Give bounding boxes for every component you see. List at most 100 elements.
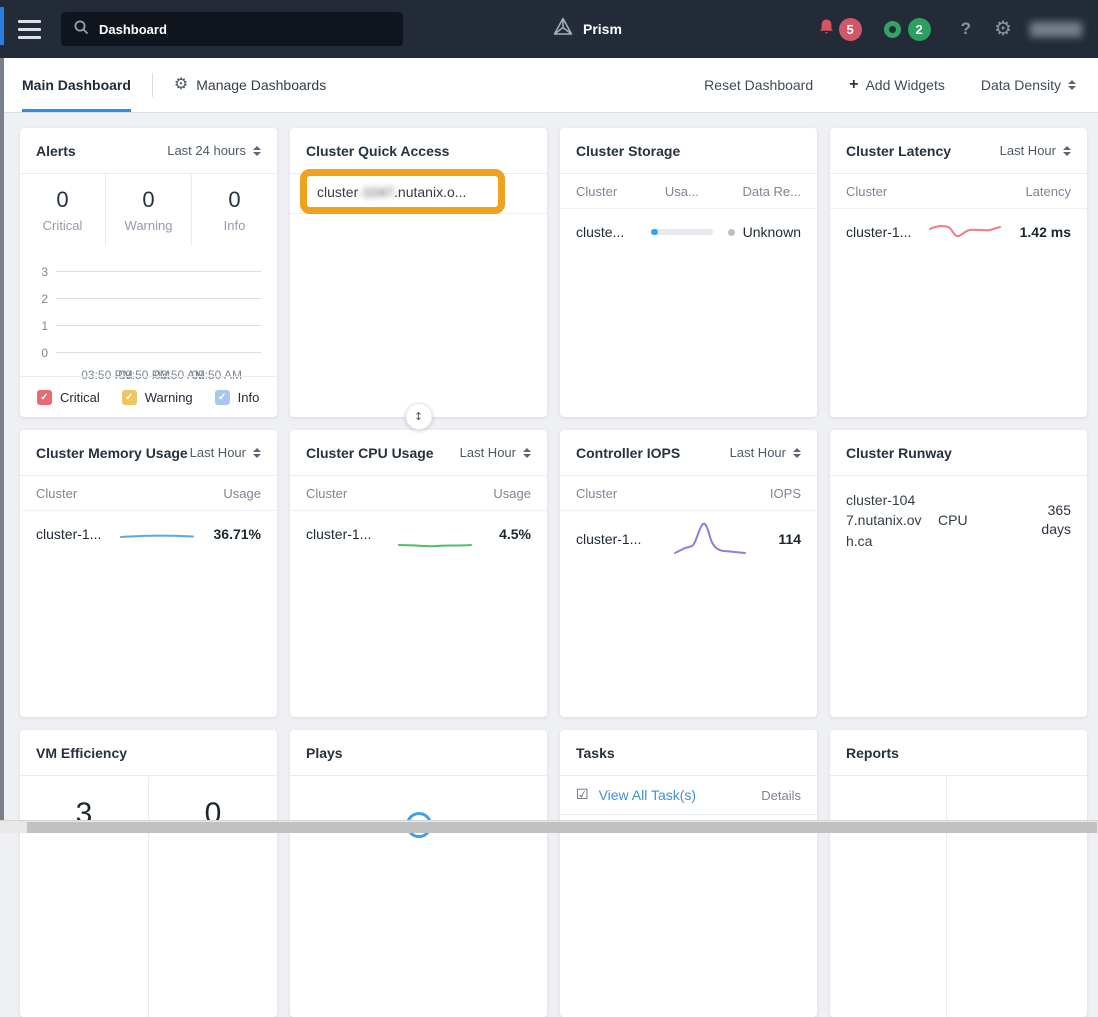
- widget-tasks: Tasks ☑ View All Task(s) Details: [560, 730, 817, 1017]
- brand-name: Prism: [583, 21, 622, 37]
- widget-cluster-latency: Cluster Latency Last Hour Cluster Latenc…: [830, 128, 1087, 417]
- widget-resize-handle[interactable]: ↕: [405, 403, 432, 430]
- widget-vm-efficiency: VM Efficiency 3 0: [20, 730, 277, 1017]
- scrollbar-thumb[interactable]: [27, 822, 1097, 833]
- status-dot-icon: [728, 229, 735, 236]
- task-checkbox-icon: ☑: [576, 787, 589, 803]
- data-density-select[interactable]: Data Density: [981, 77, 1076, 93]
- vm-efficiency-stat[interactable]: 0: [149, 777, 277, 1017]
- blurred-cluster-id: -1047: [358, 184, 394, 200]
- widget-cluster-quick-access: Cluster Quick Access cluster-1047.nutani…: [290, 128, 547, 417]
- health-ring-icon[interactable]: [884, 21, 901, 38]
- legend-warning-toggle[interactable]: ✓ Warning: [122, 390, 193, 405]
- latency-column-headers: Cluster Latency: [830, 174, 1087, 209]
- top-navbar: Dashboard Prism 5 2 ? ⚙: [0, 0, 1098, 58]
- runway-row[interactable]: cluster-1047.nutanix.ovh.ca CPU 365 days: [830, 476, 1087, 565]
- add-widgets-button[interactable]: + Add Widgets: [849, 76, 945, 94]
- manage-gear-icon: ⚙: [174, 77, 188, 93]
- widget-cluster-memory-usage: Cluster Memory Usage Last Hour Cluster U…: [20, 430, 277, 717]
- tasks-title: Tasks: [576, 745, 615, 761]
- alerts-range-select[interactable]: Last 24 hours: [167, 143, 261, 158]
- widget-grid: Alerts Last 24 hours 0 Critical 0 Warnin…: [20, 128, 1087, 1017]
- runway-resource: CPU: [938, 512, 968, 528]
- iops-column-headers: Cluster IOPS: [560, 476, 817, 511]
- manage-label: Manage Dashboards: [196, 77, 326, 93]
- settings-gear-icon[interactable]: ⚙: [994, 19, 1012, 39]
- memory-title: Cluster Memory Usage: [36, 445, 188, 461]
- usage-progress-bar: [651, 229, 713, 235]
- search-icon: [73, 19, 89, 40]
- checkbox-checked-icon[interactable]: ✓: [122, 390, 137, 405]
- cpu-range-select[interactable]: Last Hour: [460, 445, 531, 460]
- cpu-cluster-name[interactable]: cluster-1...: [306, 526, 371, 542]
- toolbar-divider: [152, 73, 153, 97]
- navbar-actions: 5 2 ? ⚙: [817, 18, 1082, 41]
- plays-title: Plays: [306, 745, 343, 761]
- checkbox-checked-icon[interactable]: ✓: [215, 390, 230, 405]
- storage-cluster-name[interactable]: cluste...: [576, 224, 649, 240]
- chevron-updown-icon: [523, 448, 531, 458]
- legend-info-toggle[interactable]: ✓ Info: [215, 390, 260, 405]
- iops-row[interactable]: cluster-1... 114: [560, 511, 817, 567]
- alerts-critical-stat[interactable]: 0 Critical: [20, 174, 106, 246]
- quick-access-title: Cluster Quick Access: [306, 143, 449, 159]
- memory-cluster-name[interactable]: cluster-1...: [36, 526, 101, 542]
- memory-row[interactable]: cluster-1... 36.71%: [20, 511, 277, 557]
- latency-row[interactable]: cluster-1... 1.42 ms: [830, 209, 1087, 255]
- hamburger-menu-icon[interactable]: [18, 20, 41, 39]
- widget-reports: Reports: [830, 730, 1087, 1017]
- cluster-link[interactable]: cluster-1047.nutanix.o...: [317, 184, 466, 200]
- cluster-link-highlight[interactable]: cluster-1047.nutanix.o...: [300, 169, 505, 214]
- alerts-info-stat[interactable]: 0 Info: [192, 174, 277, 246]
- latency-cluster-name[interactable]: cluster-1...: [846, 224, 911, 240]
- reports-title: Reports: [846, 745, 899, 761]
- search-input[interactable]: Dashboard: [61, 12, 403, 46]
- storage-title: Cluster Storage: [576, 143, 680, 159]
- chevron-updown-icon: [793, 448, 801, 458]
- data-density-label: Data Density: [981, 77, 1061, 93]
- iops-range-select[interactable]: Last Hour: [730, 445, 801, 460]
- latency-value: 1.42 ms: [1020, 224, 1071, 240]
- vm-efficiency-title: VM Efficiency: [36, 745, 127, 761]
- chevron-updown-icon: [1068, 80, 1076, 90]
- widget-cluster-cpu-usage: Cluster CPU Usage Last Hour Cluster Usag…: [290, 430, 547, 717]
- alert-bell-icon[interactable]: [817, 18, 836, 41]
- vm-efficiency-body: 3 0: [20, 777, 277, 1017]
- chevron-updown-icon: [253, 146, 261, 156]
- iops-cluster-name[interactable]: cluster-1...: [576, 531, 641, 547]
- latency-range-select[interactable]: Last Hour: [1000, 143, 1071, 158]
- memory-value: 36.71%: [214, 526, 261, 542]
- legend-critical-toggle[interactable]: ✓ Critical: [37, 390, 100, 405]
- tab-main-dashboard[interactable]: Main Dashboard: [22, 58, 131, 112]
- alerts-title: Alerts: [36, 143, 76, 159]
- scroll-indicator: [0, 7, 4, 45]
- latency-title: Cluster Latency: [846, 143, 951, 159]
- reset-dashboard-button[interactable]: Reset Dashboard: [704, 77, 813, 93]
- dashboard-toolbar: Main Dashboard ⚙ Manage Dashboards Reset…: [0, 58, 1098, 113]
- alerts-warning-stat[interactable]: 0 Warning: [106, 174, 192, 246]
- runway-cluster-name[interactable]: cluster-1047.nutanix.ovh.ca: [846, 490, 926, 551]
- memory-range-select[interactable]: Last Hour: [190, 445, 261, 460]
- cpu-row[interactable]: cluster-1... 4.5%: [290, 511, 547, 557]
- widget-cluster-storage: Cluster Storage Cluster Usa... Data Re..…: [560, 128, 817, 417]
- widget-plays: Plays: [290, 730, 547, 1017]
- checkbox-checked-icon[interactable]: ✓: [37, 390, 52, 405]
- cpu-value: 4.5%: [499, 526, 531, 542]
- storage-row[interactable]: cluste... Unknown: [560, 209, 817, 255]
- manage-dashboards-button[interactable]: ⚙ Manage Dashboards: [174, 77, 326, 93]
- brand: Prism: [552, 0, 622, 58]
- alerts-chart: 3 2 1 0 03:50 PM 09:50 PM 03:50 AM 09:50…: [20, 246, 277, 386]
- memory-sparkline: [101, 524, 213, 544]
- widget-controller-iops: Controller IOPS Last Hour Cluster IOPS c…: [560, 430, 817, 717]
- help-icon[interactable]: ?: [961, 19, 971, 39]
- user-menu[interactable]: [1030, 22, 1082, 37]
- view-all-tasks-link[interactable]: View All Task(s): [599, 787, 697, 803]
- chevron-updown-icon: [253, 448, 261, 458]
- vm-efficiency-stat[interactable]: 3: [20, 777, 149, 1017]
- horizontal-scrollbar[interactable]: [0, 820, 1098, 833]
- chevron-updown-icon: [1063, 146, 1071, 156]
- alerts-count-badge[interactable]: 5: [839, 18, 862, 41]
- health-count-badge[interactable]: 2: [908, 18, 931, 41]
- iops-sparkline: [641, 518, 778, 560]
- storage-column-headers: Cluster Usa... Data Re...: [560, 174, 817, 209]
